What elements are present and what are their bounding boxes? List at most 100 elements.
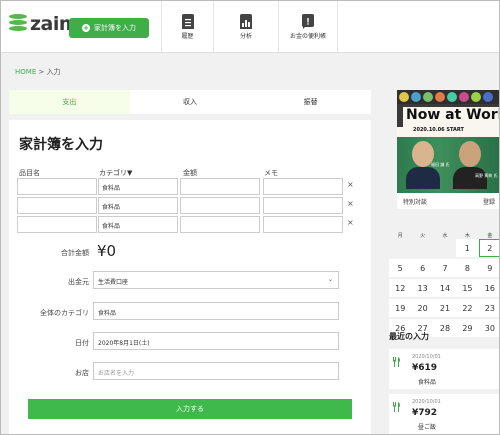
calendar-day[interactable]: 9 bbox=[478, 259, 499, 277]
column-category[interactable]: カテゴリ▼ bbox=[99, 168, 132, 178]
person-suit bbox=[406, 167, 440, 189]
promo-banner[interactable]: Now at Work serv 2020.10.06 START 福田 謙 氏… bbox=[397, 90, 500, 209]
amount-input[interactable] bbox=[180, 197, 260, 214]
enter-household-button[interactable]: + 家計簿を入力 bbox=[69, 18, 149, 38]
item-name-input[interactable] bbox=[17, 216, 97, 233]
memo-input[interactable] bbox=[263, 216, 343, 233]
page-title: 家計簿を入力 bbox=[19, 137, 103, 153]
nav-analysis[interactable]: 分析 bbox=[213, 1, 278, 53]
calendar-day[interactable]: 8 bbox=[456, 259, 479, 277]
calendar-day[interactable]: 20 bbox=[411, 299, 434, 317]
column-category-label: カテゴリ▼ bbox=[99, 169, 133, 177]
calendar-day-empty bbox=[389, 239, 411, 257]
tab-transfer[interactable]: 振替 bbox=[250, 90, 371, 114]
calendar-day[interactable]: 14 bbox=[433, 279, 457, 297]
breadcrumb: HOME > 入力 bbox=[15, 67, 61, 77]
calendar-day[interactable]: 5 bbox=[389, 259, 412, 277]
calendar-day[interactable]: 16 bbox=[478, 279, 499, 297]
entry-date: 2020/10/01 bbox=[412, 354, 441, 360]
remove-row-button[interactable]: × bbox=[347, 218, 354, 227]
date-label: 日付 bbox=[75, 339, 89, 347]
calendar-day[interactable]: 28 bbox=[433, 319, 457, 337]
nav-money-guide-label: お金の便利帳 bbox=[289, 33, 326, 40]
banner-subtitle: 2020.10.06 START bbox=[397, 127, 499, 137]
calendar-day[interactable]: 13 bbox=[411, 279, 434, 297]
remove-row-button[interactable]: × bbox=[347, 180, 354, 189]
calendar-day[interactable]: 12 bbox=[389, 279, 412, 297]
overall-category-label: 全体のカテゴリ bbox=[40, 309, 89, 317]
calendar-day[interactable]: 1 bbox=[456, 239, 479, 257]
weekday-label: 月 bbox=[397, 232, 403, 239]
submit-button[interactable]: 入力する bbox=[28, 399, 352, 419]
shop-input[interactable]: お店名を入力 bbox=[93, 362, 339, 380]
nav-history-label: 履歴 bbox=[181, 33, 194, 40]
item-name-input[interactable] bbox=[17, 197, 97, 214]
column-memo: メモ bbox=[264, 169, 278, 177]
calendar-day-empty bbox=[411, 239, 433, 257]
person-suit bbox=[453, 167, 487, 189]
remove-row-button[interactable]: × bbox=[347, 199, 354, 208]
nav-history[interactable]: 履歴 bbox=[161, 1, 213, 53]
tab-expense[interactable]: 支出 bbox=[9, 90, 130, 114]
memo-input[interactable] bbox=[263, 197, 343, 214]
recent-entry[interactable]: 2020/10/01 ¥792 昼ご飯 bbox=[389, 394, 499, 434]
source-account-select[interactable]: 生活費口座 ⌄ bbox=[93, 271, 339, 289]
calendar-week: 1 2 bbox=[389, 239, 499, 259]
banner-title: Now at Work serv bbox=[403, 107, 500, 138]
banner-person1: 福田 謙 氏 bbox=[431, 162, 450, 167]
calendar-day[interactable]: 29 bbox=[456, 319, 479, 337]
calendar-day[interactable]: 22 bbox=[456, 299, 479, 317]
tab-income[interactable]: 収入 bbox=[130, 90, 251, 114]
zaim-logo[interactable]: zaim bbox=[9, 13, 79, 35]
shop-label: お店 bbox=[75, 369, 89, 377]
nav-money-guide[interactable]: お金の便利帳 bbox=[278, 1, 338, 53]
total-label: 合計金額 bbox=[61, 249, 89, 257]
recent-entry[interactable]: 2020/10/01 ¥619 食料品 bbox=[389, 349, 499, 389]
date-field[interactable]: 2020年8月1日(土) bbox=[93, 332, 339, 350]
category-select[interactable]: 食料品 bbox=[98, 216, 178, 233]
weekday-label: 水 bbox=[442, 232, 448, 239]
amount-input[interactable] bbox=[180, 178, 260, 195]
entry-category: 昼ご飯 bbox=[418, 424, 437, 431]
banner-title-text: Now at Work bbox=[406, 107, 500, 123]
banner-photo: 福田 謙 氏 高野 篤典 氏 bbox=[397, 137, 499, 193]
calendar-week: 19 20 21 22 23 bbox=[389, 299, 499, 319]
recent-entries-title: 最近の入力 bbox=[389, 332, 429, 341]
breadcrumb-home[interactable]: HOME bbox=[15, 68, 36, 76]
fork-knife-icon bbox=[393, 357, 401, 367]
weekday-label: 木 bbox=[464, 232, 470, 239]
chevron-down-icon: ⌄ bbox=[327, 276, 333, 283]
item-name-input[interactable] bbox=[17, 178, 97, 195]
column-amount: 金額 bbox=[183, 169, 197, 177]
entry-form-card: 家計簿を入力 品目名 カテゴリ▼ 金額 メモ 食料品 × 食料品 × 食料品 ×… bbox=[9, 120, 371, 434]
memo-input[interactable] bbox=[263, 178, 343, 195]
calendar-week: 12 13 14 15 16 bbox=[389, 279, 499, 299]
weekday-label: 火 bbox=[420, 232, 426, 239]
mini-calendar: 月 火 水 木 金 1 2 5 6 7 8 9 12 13 14 15 16 1… bbox=[389, 231, 499, 339]
calendar-day[interactable]: 7 bbox=[433, 259, 457, 277]
top-header: zaim + 家計簿を入力 履歴 分析 お金の便利帳 bbox=[1, 1, 499, 53]
calendar-day[interactable]: 30 bbox=[478, 319, 499, 337]
category-select[interactable]: 食料品 bbox=[98, 178, 178, 195]
banner-footer-right: 登録 bbox=[482, 199, 495, 206]
breadcrumb-separator: > bbox=[38, 68, 45, 76]
category-select[interactable]: 食料品 bbox=[98, 197, 178, 214]
overall-category-field[interactable]: 食料品 bbox=[93, 302, 339, 320]
entry-amount: ¥792 bbox=[412, 408, 438, 418]
plus-icon: + bbox=[82, 24, 90, 32]
person-face bbox=[459, 141, 481, 167]
source-label: 出金元 bbox=[68, 278, 89, 286]
calendar-day[interactable]: 19 bbox=[389, 299, 412, 317]
calendar-day-today[interactable]: 2 bbox=[478, 239, 499, 257]
calendar-day-empty bbox=[434, 239, 456, 257]
entry-amount: ¥619 bbox=[412, 363, 438, 373]
calendar-week: 5 6 7 8 9 bbox=[389, 259, 499, 279]
calendar-day[interactable]: 23 bbox=[478, 299, 499, 317]
total-amount: ¥0 bbox=[97, 242, 117, 260]
chart-icon bbox=[240, 14, 252, 29]
calendar-day[interactable]: 21 bbox=[433, 299, 457, 317]
calendar-day[interactable]: 15 bbox=[456, 279, 479, 297]
amount-input[interactable] bbox=[180, 216, 260, 233]
calendar-day[interactable]: 6 bbox=[411, 259, 434, 277]
calendar-weekday-row: 月 火 水 木 金 bbox=[389, 231, 499, 239]
